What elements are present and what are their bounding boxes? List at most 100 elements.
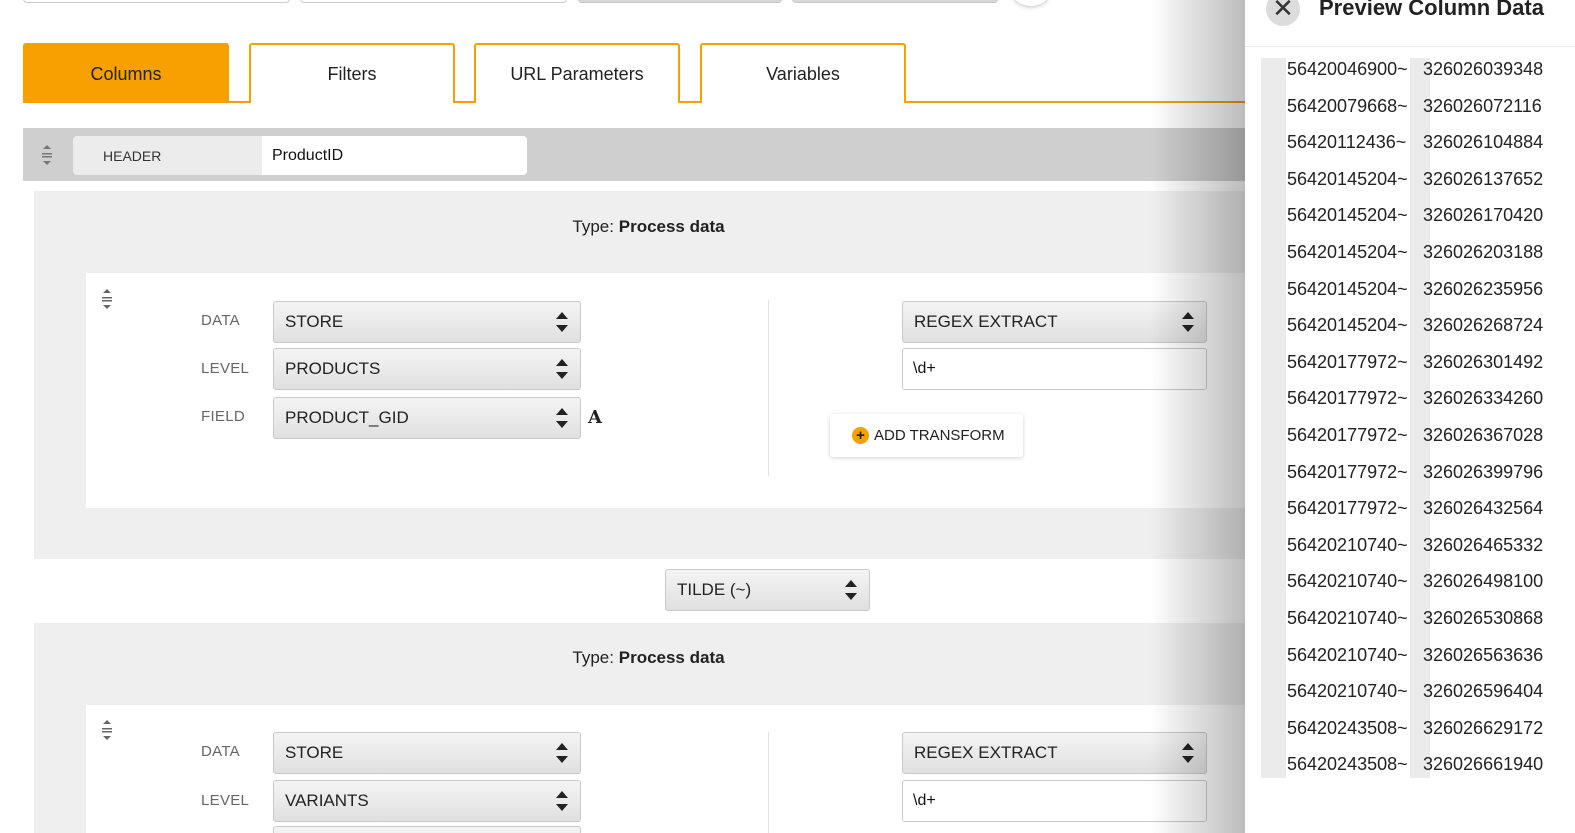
preview-row: 56420210740~ 326026530868 [1245,600,1575,637]
preview-row: 56420177972~ 326026301492 [1245,344,1575,381]
preview-cell-1: 56420079668~ [1287,95,1408,116]
top-field-2[interactable] [300,0,567,3]
data-select-value: STORE [285,312,344,331]
separator-select-value: TILDE (~) [677,580,752,599]
app-stage: Columns Filters URL Parameters Variables… [0,0,1575,833]
header-field-label: HEADER [73,136,263,175]
drag-handle-icon[interactable] [100,719,114,740]
tab-url-parameters[interactable]: URL Parameters [474,43,680,103]
preview-cell-1: 56420243508~ [1287,754,1408,775]
drawer-overlay-shadow [1150,0,1250,833]
select-arrows-icon [556,359,568,379]
select-arrows-icon [556,312,568,332]
preview-cell-2: 326026367028 [1423,424,1544,445]
type-prefix: Type: [572,648,614,667]
preview-cell-1: 56420112436~ [1287,132,1407,153]
preview-row: 56420112436~ 326026104884 [1245,124,1575,161]
preview-cell-2: 326026104884 [1423,132,1544,153]
preview-row: 56420243508~ 326026661940 [1245,746,1575,783]
top-field-1[interactable] [23,0,290,3]
preview-cell-1: 56420177972~ [1287,498,1408,519]
level-label: LEVEL [201,360,250,377]
add-transform-label: ADD TRANSFORM [874,427,1005,444]
data-label: DATA [201,743,240,760]
preview-cell-2: 326026301492 [1423,351,1544,372]
preview-cell-2: 326026235956 [1423,278,1544,299]
preview-row: 56420243508~ 326026629172 [1245,710,1575,747]
field-select[interactable]: PRODUCT_GID [273,397,581,439]
add-transform-button[interactable]: + ADD TRANSFORM [830,414,1023,457]
field-select-value: PRODUCT_GID [285,408,409,427]
preview-cell-2: 326026563636 [1423,644,1544,665]
preview-row: 56420145204~ 326026235956 [1245,271,1575,308]
preview-cell-1: 56420243508~ [1287,717,1408,738]
preview-cell-2: 326026039348 [1423,59,1544,79]
tab-filters[interactable]: Filters [249,43,455,103]
preview-row: 56420177972~ 326026399796 [1245,454,1575,491]
preview-cell-2: 326026137652 [1423,168,1544,189]
preview-cell-1: 56420145204~ [1287,168,1408,189]
preview-cell-1: 56420177972~ [1287,424,1408,445]
preview-cell-2: 326026465332 [1423,534,1544,555]
tab-variables[interactable]: Variables [700,43,906,103]
preview-row: 56420210740~ 326026465332 [1245,527,1575,564]
preview-cell-1: 56420210740~ [1287,571,1408,592]
separator-select[interactable]: TILDE (~) [665,569,870,611]
data-select[interactable]: STORE [273,732,581,774]
close-icon[interactable]: ✕ [1266,0,1300,26]
tab-columns[interactable]: Columns [23,43,229,103]
preview-cell-1: 56420177972~ [1287,388,1408,409]
plus-icon: + [852,427,869,444]
top-button-1[interactable] [578,0,782,3]
preview-cell-2: 326026498100 [1423,571,1544,592]
preview-cell-2: 326026170420 [1423,205,1544,226]
header-name-input[interactable]: ProductID [262,136,527,175]
preview-cell-2: 326026530868 [1423,607,1544,628]
preview-row: 56420177972~ 326026432564 [1245,490,1575,527]
preview-cell-2: 326026268724 [1423,315,1544,336]
field-select[interactable] [273,826,581,833]
preview-row: 56420145204~ 326026203188 [1245,234,1575,271]
level-select[interactable]: VARIANTS [273,780,581,822]
preview-cell-1: 56420210740~ [1287,644,1408,665]
data-select-value: STORE [285,743,344,762]
drawer-header-divider [1245,46,1575,47]
drag-handle-icon[interactable] [40,144,54,165]
card-divider [768,732,769,833]
preview-cell-2: 326026596404 [1423,681,1544,702]
preview-cell-1: 56420145204~ [1287,315,1408,336]
preview-row: 56420145204~ 326026137652 [1245,161,1575,198]
type-prefix: Type: [572,217,614,236]
preview-row: 56420145204~ 326026268724 [1245,307,1575,344]
select-arrows-icon [556,743,568,763]
level-label: LEVEL [201,792,250,809]
process-type-label: Type: Process data [34,217,1263,237]
top-round-button[interactable] [1013,0,1049,6]
transform-select-value: REGEX EXTRACT [914,743,1058,762]
type-value: Process data [618,217,725,236]
preview-row: 56420177972~ 326026367028 [1245,417,1575,454]
preview-row: 56420210740~ 326026596404 [1245,673,1575,710]
preview-cell-2: 326026629172 [1423,717,1544,738]
preview-cell-1: 56420046900~ [1287,59,1408,79]
drawer-title: Preview Column Data [1319,0,1544,20]
process-type-label: Type: Process data [34,648,1263,668]
preview-cell-2: 326026399796 [1423,461,1544,482]
level-select[interactable]: PRODUCTS [273,348,581,390]
data-select[interactable]: STORE [273,301,581,343]
top-button-2[interactable] [792,0,998,3]
preview-row: 56420079668~ 326026072116 [1245,88,1575,125]
card-divider [768,300,769,476]
type-value: Process data [618,648,725,667]
select-arrows-icon [845,580,857,600]
preview-row: 56420210740~ 326026498100 [1245,563,1575,600]
preview-cell-2: 326026203188 [1423,241,1544,262]
preview-cell-2: 326026334260 [1423,388,1544,409]
drag-handle-icon[interactable] [100,288,114,309]
preview-row: 56420210740~ 326026563636 [1245,637,1575,674]
level-select-value: VARIANTS [285,791,369,810]
preview-cell-1: 56420210740~ [1287,681,1408,702]
preview-row-list: 56420046900~ 326026039348 56420079668~ 3260… [1245,51,1575,783]
preview-cell-1: 56420145204~ [1287,278,1408,299]
select-arrows-icon [556,791,568,811]
